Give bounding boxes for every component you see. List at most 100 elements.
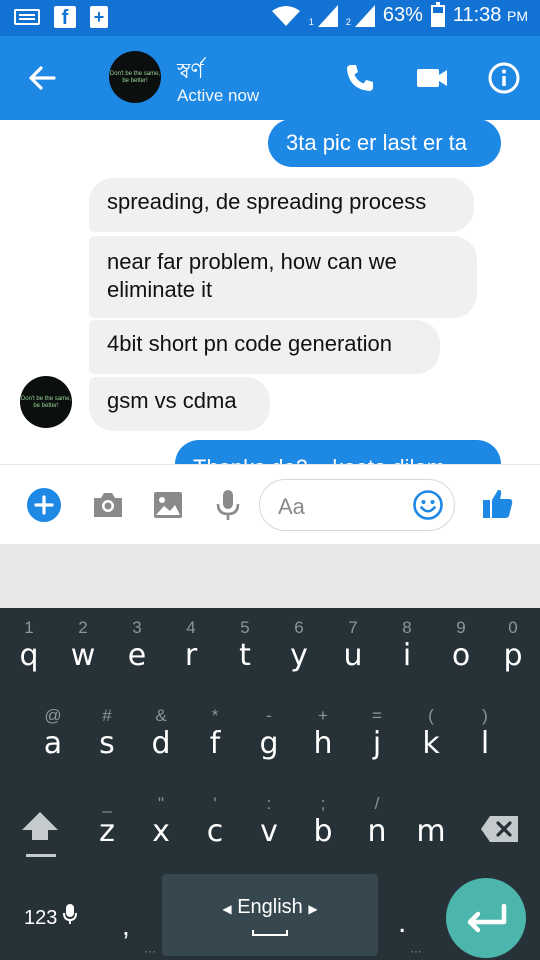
battery-saver-icon: + [90,6,108,28]
key-c[interactable]: ' c [188,794,242,850]
message-incoming[interactable]: near far problem, how can we eliminate i… [89,236,477,318]
key-hint: ( [428,706,434,725]
key-label: m [416,814,446,849]
message-outgoing[interactable]: Thanks da2... koeto dilem [175,440,501,464]
key-hint: @ [44,706,62,725]
key-t[interactable]: 5t [218,618,272,674]
key-label: p [503,638,523,673]
key-b[interactable]: ; b [296,794,350,850]
comma-key[interactable]: , [122,910,130,942]
system-icons: 1 2 63% 11:38 PM [271,1,528,27]
key-q[interactable]: 1q [2,618,56,674]
lang-right-arrow-icon: ▶ [308,902,318,916]
symbols-key[interactable]: 123 [24,904,77,930]
spacebar[interactable]: ◀ English ▶ [162,874,378,956]
key-k[interactable]: (k [404,706,458,762]
key-hint: 3 [132,618,142,637]
active-status: Active now [177,86,260,105]
key-j[interactable]: = j [350,706,404,762]
key-label: t [239,638,251,673]
key-label: c [206,814,224,849]
clock: 11:38 PM [453,4,528,27]
symbols-label: 123 [24,907,58,929]
battery-icon [430,1,445,27]
key-e[interactable]: 3e [110,618,164,674]
info-icon[interactable] [486,60,522,96]
language-label: English [237,896,303,918]
key-label: h [313,726,333,761]
key-n[interactable]: / n [350,794,404,850]
key-hint: ; [320,794,326,813]
key-label: v [260,814,278,849]
key-i[interactable]: 8i [380,618,434,674]
key-hint: 1 [24,618,34,637]
key-m[interactable]: m [404,794,458,850]
backspace-icon[interactable] [480,814,520,844]
period-key[interactable]: . [398,906,406,940]
avatar-text: Don't be the same, be better! [109,71,161,84]
key-r[interactable]: 4r [164,618,218,674]
key-g[interactable]: -g [242,706,296,762]
message-incoming[interactable]: spreading, de spreading process [89,178,474,232]
key-d[interactable]: & d [134,706,188,762]
key-hint: : [266,794,272,813]
key-f[interactable]: * f [188,706,242,762]
message-incoming[interactable]: gsm vs cdma [89,377,270,431]
key-y[interactable]: 6y [272,618,326,674]
key-w[interactable]: 2w [56,618,110,674]
key-label: d [151,726,171,761]
period-options-dots: ··· [410,944,422,958]
key-hint: 7 [348,618,358,637]
phone-icon[interactable] [342,60,378,96]
key-a[interactable]: @ a [26,706,80,762]
key-hint: - [266,706,272,725]
key-hint: " [157,794,165,813]
keyboard-icon [14,9,40,25]
key-v[interactable]: :v [242,794,296,850]
key-p[interactable]: 0p [488,618,538,674]
key-label: u [343,638,363,673]
battery-percent: 63% [382,4,423,26]
camera-icon[interactable] [90,487,126,523]
notification-icons: f + [14,6,108,29]
message-incoming[interactable]: 4bit short pn code generation [89,320,440,374]
sim1-label: 1 [308,16,314,27]
sender-avatar[interactable]: Don't be the same, be better! [20,376,72,428]
lang-left-arrow-icon: ◀ [222,902,232,916]
sim2-signal: 2 [346,4,375,27]
microphone-icon[interactable] [210,487,246,523]
key-label: z [99,814,115,849]
key-label: q [19,638,39,673]
comma-options-dots: ··· [144,944,156,958]
like-icon[interactable] [480,485,516,521]
key-label: g [259,726,279,761]
shift-key-icon[interactable] [20,808,60,848]
message-list[interactable]: 3ta pic er last er ta spreading, de spre… [0,120,540,464]
key-z[interactable]: _ z [80,794,134,850]
back-arrow-icon[interactable] [24,60,60,96]
key-hint: # [102,706,112,725]
contact-avatar[interactable]: Don't be the same, be better! [109,51,161,103]
key-l[interactable]: ) l [458,706,512,762]
emoji-icon[interactable] [412,489,444,521]
key-o[interactable]: 9o [434,618,488,674]
gallery-icon[interactable] [150,487,186,523]
shift-indicator [26,854,56,857]
message-outgoing[interactable]: 3ta pic er last er ta [268,120,501,167]
key-hint: * [211,706,219,725]
key-x[interactable]: " x [134,794,188,850]
key-u[interactable]: 7u [326,618,380,674]
enter-key[interactable] [446,878,526,958]
key-hint: 2 [78,618,88,637]
key-label: a [43,726,63,761]
avatar-text: Don't be the same, be better! [20,396,72,409]
key-hint: _ [102,794,112,813]
key-s[interactable]: # s [80,706,134,762]
message-input[interactable]: Aa [259,479,455,531]
key-label: s [99,726,115,761]
video-camera-icon[interactable] [414,60,450,96]
language-switcher[interactable]: ◀ English ▶ [162,896,378,919]
key-hint: / [374,794,380,813]
key-h[interactable]: + h [296,706,350,762]
add-icon[interactable] [26,487,62,523]
